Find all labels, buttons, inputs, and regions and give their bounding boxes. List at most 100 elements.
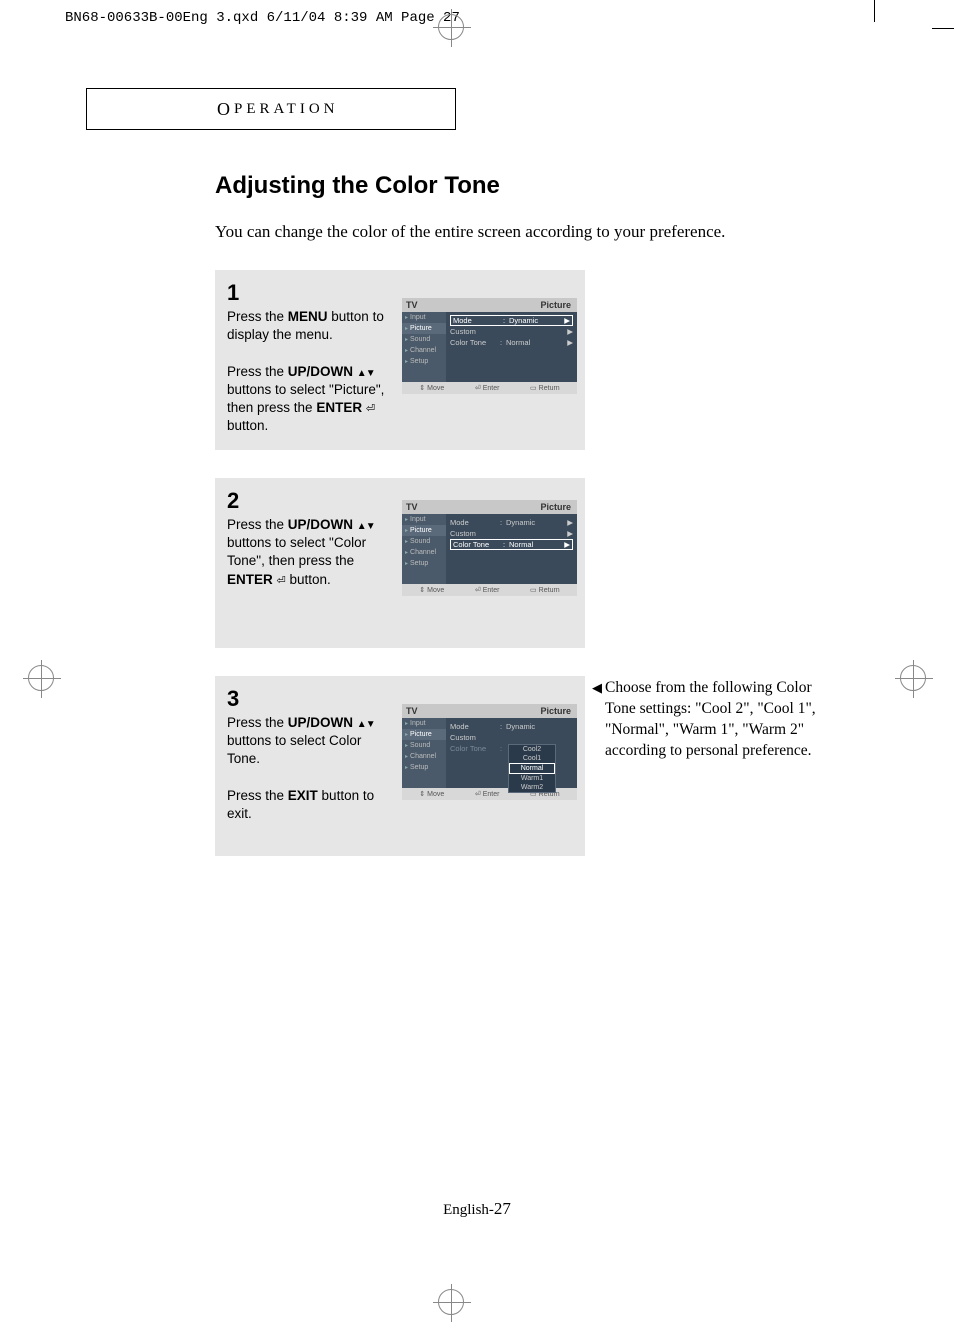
trim-mark: [874, 0, 875, 22]
osd-header: TV Picture: [402, 500, 577, 514]
registration-mark-icon: [438, 1289, 464, 1315]
osd-side-input: Input: [402, 312, 446, 323]
osd-side-sound: Sound: [402, 334, 446, 345]
osd-category: Picture: [446, 500, 577, 514]
osd-header: TV Picture: [402, 298, 577, 312]
t: Press the: [227, 715, 288, 730]
t: button.: [286, 572, 331, 587]
osd-footer-enter: Enter: [475, 384, 500, 392]
step-text: Press the MENU button to display the men…: [227, 308, 387, 436]
up-down-icon: [357, 364, 375, 379]
page-title: Adjusting the Color Tone: [215, 172, 500, 200]
osd-side-sound: Sound: [402, 536, 446, 547]
step-text: Press the UP/DOWN buttons to select Colo…: [227, 714, 387, 823]
osd-content: Mode:Dynamic▶ Custom▶ Color Tone:Normal▶: [446, 514, 577, 584]
osd-screenshot-3: TV Picture Input Picture Sound Channel S…: [402, 704, 577, 800]
osd-category: Picture: [446, 298, 577, 312]
osd-side-setup: Setup: [402, 558, 446, 569]
section-header-first: O: [217, 99, 234, 120]
osd-side-picture: Picture: [402, 729, 446, 740]
t: buttons to select "Color Tone", then pre…: [227, 535, 366, 568]
osd-side-sound: Sound: [402, 740, 446, 751]
osd-option-warm2: Warm2: [509, 783, 555, 792]
osd-dropdown: Cool2 Cool1 Normal Warm1 Warm2: [508, 744, 556, 793]
up-down-icon: [357, 715, 375, 730]
osd-footer-enter: Enter: [475, 790, 500, 798]
enter-icon: [277, 572, 286, 587]
osd-row-custom: Custom▶: [450, 528, 573, 539]
osd-option-cool1: Cool1: [509, 754, 555, 763]
registration-mark-icon: [28, 665, 54, 691]
osd-side-channel: Channel: [402, 751, 446, 762]
up-down-icon: [357, 517, 375, 532]
t: buttons to select Color Tone.: [227, 733, 361, 766]
t: Press the: [227, 364, 288, 379]
enter-button-label: ENTER: [316, 400, 362, 415]
sidenote-arrow-icon: ◀: [592, 680, 602, 696]
t: button.: [227, 418, 268, 433]
osd-row-colortone: Color Tone:Normal▶: [450, 539, 573, 550]
osd-side-picture: Picture: [402, 525, 446, 536]
t: Press the: [227, 309, 288, 324]
osd-side-channel: Channel: [402, 547, 446, 558]
osd-row-custom: Custom: [450, 732, 573, 743]
print-job-header: BN68-00633B-00Eng 3.qxd 6/11/04 8:39 AM …: [65, 10, 460, 26]
sidenote-text: Choose from the following Color Tone set…: [605, 678, 835, 762]
osd-row-mode: Mode:Dynamic▶: [450, 315, 573, 326]
osd-option-warm1: Warm1: [509, 774, 555, 783]
registration-mark-icon: [900, 665, 926, 691]
osd-option-cool2: Cool2: [509, 745, 555, 754]
osd-footer-move: Move: [419, 384, 444, 392]
osd-footer-return: Return: [530, 384, 560, 392]
osd-sidebar: Input Picture Sound Channel Setup: [402, 718, 446, 788]
updown-button-label: UP/DOWN: [288, 364, 353, 379]
osd-row-mode: Mode:Dynamic▶: [450, 517, 573, 528]
step-2-box: 2 Press the UP/DOWN buttons to select "C…: [215, 478, 585, 648]
t: Press the: [227, 517, 288, 532]
osd-footer-move: Move: [419, 790, 444, 798]
updown-button-label: UP/DOWN: [288, 517, 353, 532]
osd-tv-label: TV: [402, 298, 446, 312]
osd-tv-label: TV: [402, 500, 446, 514]
osd-category: Picture: [446, 704, 577, 718]
osd-screenshot-1: TV Picture Input Picture Sound Channel S…: [402, 298, 577, 394]
section-header: OPERATION: [86, 88, 456, 130]
osd-header: TV Picture: [402, 704, 577, 718]
osd-footer-move: Move: [419, 586, 444, 594]
osd-side-setup: Setup: [402, 356, 446, 367]
section-header-rest: PERATION: [234, 101, 339, 118]
osd-row-colortone: Color Tone:Normal▶: [450, 337, 573, 348]
osd-sidebar: Input Picture Sound Channel Setup: [402, 312, 446, 382]
osd-side-input: Input: [402, 514, 446, 525]
step-1-box: 1 Press the MENU button to display the m…: [215, 270, 585, 450]
osd-footer: Move Enter Return: [402, 382, 577, 394]
exit-button-label: EXIT: [288, 788, 318, 803]
enter-icon: [366, 400, 375, 415]
updown-button-label: UP/DOWN: [288, 715, 353, 730]
osd-side-setup: Setup: [402, 762, 446, 773]
osd-sidebar: Input Picture Sound Channel Setup: [402, 514, 446, 584]
osd-tv-label: TV: [402, 704, 446, 718]
step-3-box: 3 Press the UP/DOWN buttons to select Co…: [215, 676, 585, 856]
osd-option-normal: Normal: [509, 763, 555, 774]
osd-row-custom: Custom▶: [450, 326, 573, 337]
osd-footer: Move Enter Return: [402, 584, 577, 596]
osd-side-picture: Picture: [402, 323, 446, 334]
page-number-prefix: English-: [443, 1202, 494, 1218]
osd-footer-enter: Enter: [475, 586, 500, 594]
osd-side-channel: Channel: [402, 345, 446, 356]
osd-content: Mode:Dynamic Custom Color Tone: Cool2 Co…: [446, 718, 577, 788]
page-number-value: 27: [494, 1199, 511, 1218]
osd-screenshot-2: TV Picture Input Picture Sound Channel S…: [402, 500, 577, 596]
step-text: Press the UP/DOWN buttons to select "Col…: [227, 516, 387, 589]
intro-text: You can change the color of the entire s…: [215, 222, 725, 242]
menu-button-label: MENU: [288, 309, 328, 324]
osd-side-input: Input: [402, 718, 446, 729]
osd-content: Mode:Dynamic▶ Custom▶ Color Tone:Normal▶: [446, 312, 577, 382]
registration-mark-icon: [438, 14, 464, 40]
page-number: English-27: [0, 1199, 954, 1219]
osd-footer-return: Return: [530, 586, 560, 594]
trim-mark: [932, 28, 954, 29]
enter-button-label: ENTER: [227, 572, 273, 587]
osd-row-mode: Mode:Dynamic: [450, 721, 573, 732]
